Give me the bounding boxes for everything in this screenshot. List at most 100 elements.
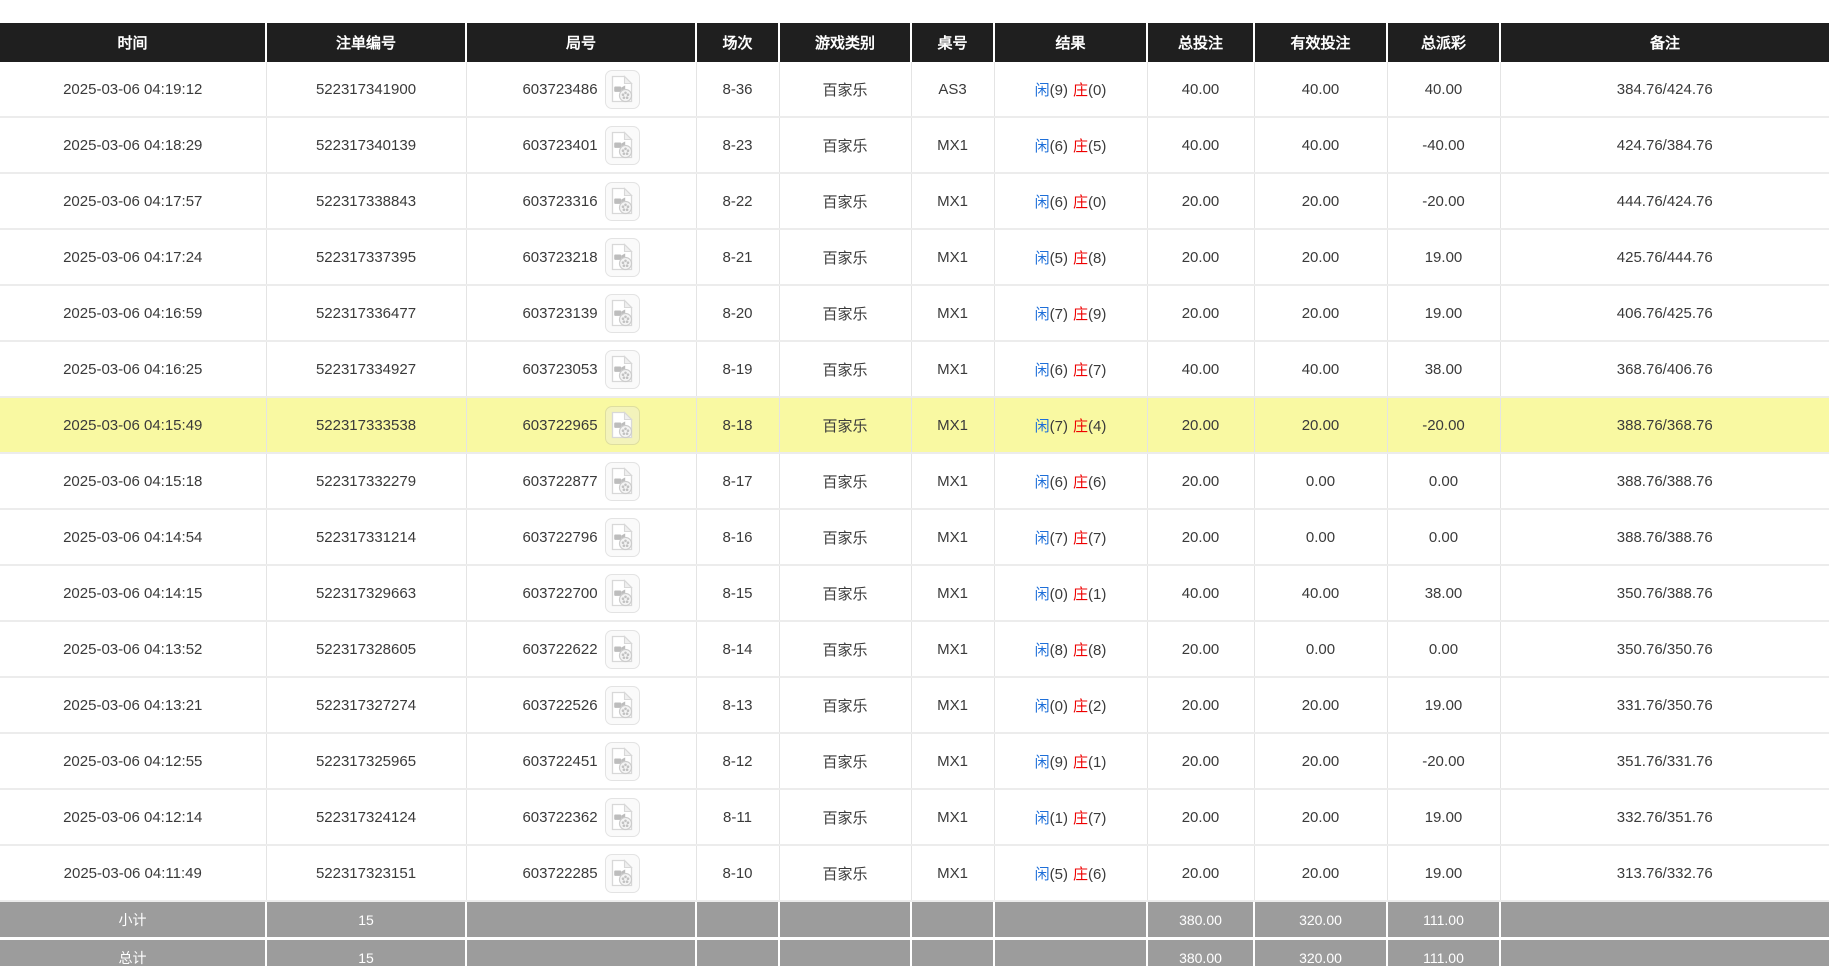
- time-cell: 2025-03-06 04:16:59: [0, 285, 266, 341]
- banker-result-score: (6): [1088, 866, 1106, 883]
- player-result-score: (9): [1050, 82, 1068, 99]
- bet-number-cell: 522317328605: [266, 621, 466, 677]
- bet-number-cell: 522317337395: [266, 229, 466, 285]
- video-replay-icon[interactable]: [605, 630, 640, 669]
- round-number-cell: 603722622: [466, 621, 696, 677]
- valid-bet-cell: 40.00: [1254, 62, 1387, 117]
- payout-cell: -20.00: [1387, 733, 1500, 789]
- banker-result-score: (7): [1088, 362, 1106, 379]
- payout-cell: -20.00: [1387, 173, 1500, 229]
- remark-cell: 424.76/384.76: [1500, 117, 1829, 173]
- table-row[interactable]: 2025-03-06 04:14:15 522317329663 6037227…: [0, 565, 1829, 621]
- table-row[interactable]: 2025-03-06 04:12:14 522317324124 6037223…: [0, 789, 1829, 845]
- remark-cell: 368.76/406.76: [1500, 341, 1829, 397]
- total-bet-cell: 40.00: [1147, 341, 1254, 397]
- video-replay-icon[interactable]: [605, 854, 640, 893]
- time-cell: 2025-03-06 04:18:29: [0, 117, 266, 173]
- table-number-cell: MX1: [911, 509, 994, 565]
- valid-bet-cell: 20.00: [1254, 845, 1387, 901]
- video-replay-icon[interactable]: [605, 182, 640, 221]
- video-replay-icon[interactable]: [605, 294, 640, 333]
- table-row[interactable]: 2025-03-06 04:14:54 522317331214 6037227…: [0, 509, 1829, 565]
- round-number: 603722877: [522, 473, 597, 490]
- video-replay-icon[interactable]: [605, 350, 640, 389]
- video-replay-icon[interactable]: [605, 126, 640, 165]
- table-row[interactable]: 2025-03-06 04:15:18 522317332279 6037228…: [0, 453, 1829, 509]
- time-cell: 2025-03-06 04:15:49: [0, 397, 266, 453]
- player-result-score: (5): [1050, 250, 1068, 267]
- game-type-cell: 百家乐: [779, 621, 911, 677]
- valid-bet-cell: 20.00: [1254, 229, 1387, 285]
- round-number: 603722965: [522, 417, 597, 434]
- banker-result-label: 庄: [1073, 82, 1088, 99]
- game-type-cell: 百家乐: [779, 677, 911, 733]
- round-number-cell: 603723316: [466, 173, 696, 229]
- total-bet-cell: 20.00: [1147, 789, 1254, 845]
- table-row[interactable]: 2025-03-06 04:12:55 522317325965 6037224…: [0, 733, 1829, 789]
- table-row[interactable]: 2025-03-06 04:18:29 522317340139 6037234…: [0, 117, 1829, 173]
- player-result-label: 闲: [1035, 586, 1050, 603]
- video-replay-icon[interactable]: [605, 518, 640, 557]
- video-replay-icon[interactable]: [605, 406, 640, 445]
- col-header-time: 时间: [0, 23, 266, 62]
- player-result-label: 闲: [1035, 530, 1050, 547]
- total-bet-cell: 40.00: [1147, 62, 1254, 117]
- session-cell: 8-15: [696, 565, 779, 621]
- player-result-label: 闲: [1035, 698, 1050, 715]
- table-row[interactable]: 2025-03-06 04:17:57 522317338843 6037233…: [0, 173, 1829, 229]
- player-result-label: 闲: [1035, 306, 1050, 323]
- video-replay-icon[interactable]: [605, 686, 640, 725]
- player-result-score: (6): [1050, 194, 1068, 211]
- banker-result-label: 庄: [1073, 530, 1088, 547]
- col-header-result: 结果: [994, 23, 1147, 62]
- round-number-cell: 603723139: [466, 285, 696, 341]
- total-bet-cell: 40.00: [1147, 565, 1254, 621]
- player-result-score: (7): [1050, 418, 1068, 435]
- video-replay-icon[interactable]: [605, 70, 640, 109]
- game-type-cell: 百家乐: [779, 62, 911, 117]
- banker-result-label: 庄: [1073, 362, 1088, 379]
- session-cell: 8-23: [696, 117, 779, 173]
- round-number: 603723218: [522, 249, 597, 266]
- table-row[interactable]: 2025-03-06 04:16:25 522317334927 6037230…: [0, 341, 1829, 397]
- table-row[interactable]: 2025-03-06 04:19:12 522317341900 6037234…: [0, 62, 1829, 117]
- table-row[interactable]: 2025-03-06 04:13:52 522317328605 6037226…: [0, 621, 1829, 677]
- banker-result-score: (9): [1088, 306, 1106, 323]
- banker-result-score: (8): [1088, 250, 1106, 267]
- video-replay-icon[interactable]: [605, 574, 640, 613]
- valid-bet-cell: 0.00: [1254, 453, 1387, 509]
- video-replay-icon[interactable]: [605, 462, 640, 501]
- table-header: 时间 注单编号 局号 场次 游戏类别 桌号 结果 总投注 有效投注 总派彩 备注: [0, 23, 1829, 62]
- col-header-payout: 总派彩: [1387, 23, 1500, 62]
- table-number-cell: MX1: [911, 789, 994, 845]
- valid-bet-cell: 20.00: [1254, 285, 1387, 341]
- table-row[interactable]: 2025-03-06 04:11:49 522317323151 6037222…: [0, 845, 1829, 901]
- session-cell: 8-17: [696, 453, 779, 509]
- table-row[interactable]: 2025-03-06 04:17:24 522317337395 6037232…: [0, 229, 1829, 285]
- table-number-cell: AS3: [911, 62, 994, 117]
- time-cell: 2025-03-06 04:14:15: [0, 565, 266, 621]
- banker-result-score: (0): [1088, 194, 1106, 211]
- remark-cell: 350.76/350.76: [1500, 621, 1829, 677]
- game-type-cell: 百家乐: [779, 397, 911, 453]
- result-cell: 闲(6)庄(7): [994, 341, 1147, 397]
- remark-cell: 388.76/388.76: [1500, 509, 1829, 565]
- table-row[interactable]: 2025-03-06 04:16:59 522317336477 6037231…: [0, 285, 1829, 341]
- player-result-score: (9): [1050, 754, 1068, 771]
- banker-result-score: (7): [1088, 530, 1106, 547]
- player-result-label: 闲: [1035, 810, 1050, 827]
- video-replay-icon[interactable]: [605, 742, 640, 781]
- video-replay-icon[interactable]: [605, 238, 640, 277]
- round-number-cell: 603722796: [466, 509, 696, 565]
- round-number: 603722451: [522, 753, 597, 770]
- table-row[interactable]: 2025-03-06 04:15:49 522317333538 6037229…: [0, 397, 1829, 453]
- table-number-cell: MX1: [911, 733, 994, 789]
- col-header-total-bet: 总投注: [1147, 23, 1254, 62]
- banker-result-label: 庄: [1073, 754, 1088, 771]
- table-row[interactable]: 2025-03-06 04:13:21 522317327274 6037225…: [0, 677, 1829, 733]
- total-bet-cell: 20.00: [1147, 285, 1254, 341]
- round-number-cell: 603723218: [466, 229, 696, 285]
- banker-result-label: 庄: [1073, 306, 1088, 323]
- total-bet-cell: 20.00: [1147, 229, 1254, 285]
- video-replay-icon[interactable]: [605, 798, 640, 837]
